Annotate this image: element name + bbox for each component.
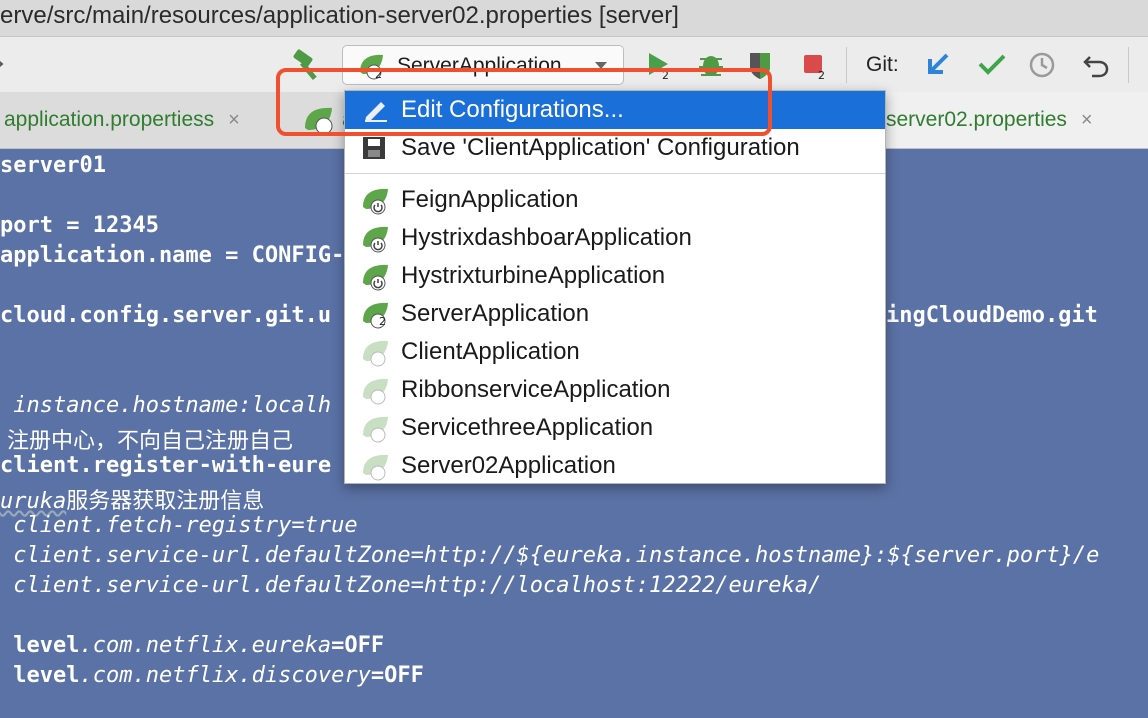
menu-item-label: RibbonserviceApplication (401, 376, 671, 403)
menu-item-hystrixturbine-application[interactable]: HystrixturbineApplication (345, 257, 885, 295)
spring-boot-icon-disabled (345, 371, 401, 409)
menu-item-servicethree-application[interactable]: ServicethreeApplication (345, 409, 885, 447)
menu-item-client-application[interactable]: ClientApplication (345, 333, 885, 371)
run-configuration-dropdown: Edit Configurations... Save 'ClientAppli… (344, 90, 886, 484)
revert-icon[interactable] (1082, 51, 1110, 79)
code-line: instance.hostname:localh (0, 393, 332, 418)
code-line: application.name = CONFIG- (0, 243, 345, 268)
code-line: server01 (0, 153, 106, 178)
menu-item-label: Save 'ClientApplication' Configuration (401, 134, 800, 161)
history-clock-icon[interactable] (1028, 51, 1056, 79)
menu-item-label: FeignApplication (401, 186, 579, 213)
code-line: cloud.config.server.git.u (0, 303, 332, 328)
tab-application-properties[interactable]: application.propertiess × (4, 92, 240, 148)
menu-item-label: ClientApplication (401, 338, 580, 365)
menu-item-label: ServerApplication (401, 300, 590, 327)
vcs-update-icon[interactable] (926, 51, 950, 77)
menu-item-label: HystrixturbineApplication (401, 262, 666, 289)
highlight-annotation-box (276, 68, 772, 136)
code-line: port = 12345 (0, 213, 159, 238)
window-title-bar: erve/src/main/resources/application-serv… (0, 0, 1148, 37)
code-line: client.fetch-registry=true (0, 513, 358, 538)
spring-boot-icon (345, 257, 401, 295)
spring-boot-icon-disabled (345, 333, 401, 371)
close-icon[interactable]: × (1081, 109, 1093, 132)
menu-separator (345, 173, 885, 174)
tab-label: application.propertiess (4, 108, 215, 131)
code-comment: uruka服务器获取注册信息 (0, 489, 265, 514)
menu-item-server-application[interactable]: 2 ServerApplication (345, 295, 885, 333)
spring-boot-icon: 2 (345, 295, 401, 333)
window-title: erve/src/main/resources/application-serv… (0, 2, 679, 29)
menu-item-badge: 2 (379, 315, 386, 328)
spring-boot-icon (345, 219, 401, 257)
code-line: level.com.netflix.eureka=OFF (0, 633, 385, 658)
toolbar-divider (846, 47, 847, 83)
code-line: client.register-with-eure (0, 453, 332, 478)
git-label: Git: (866, 53, 899, 76)
vcs-commit-check-icon[interactable] (978, 53, 1006, 75)
menu-item-ribbonservice-application[interactable]: RibbonserviceApplication (345, 371, 885, 409)
code-comment: 注册中心，不向自己注册自己 (0, 429, 293, 454)
spring-boot-icon-disabled (345, 409, 401, 447)
chevron-right-icon[interactable] (0, 57, 4, 71)
close-icon[interactable]: × (228, 109, 240, 132)
stop-badge: 2 (818, 69, 825, 82)
code-line-continuation: ingCloudDemo.git (886, 303, 1098, 328)
menu-item-label: Server02Application (401, 452, 616, 479)
menu-item-hystrixdashboar-application[interactable]: HystrixdashboarApplication (345, 219, 885, 257)
menu-item-server02-application[interactable]: Server02Application (345, 447, 885, 485)
spring-boot-icon (345, 181, 401, 219)
code-line: client.service-url.defaultZone=http://${… (0, 543, 1100, 568)
code-line: level.com.netflix.discovery=OFF (0, 663, 424, 688)
spring-boot-icon-disabled (345, 447, 401, 485)
menu-item-label: ServicethreeApplication (401, 414, 654, 441)
tab-label: server02.properties (886, 108, 1067, 131)
tab-server02-properties[interactable]: server02.properties × (886, 92, 1148, 148)
toolbar-divider (1128, 47, 1129, 83)
menu-item-feign-application[interactable]: FeignApplication (345, 181, 885, 219)
code-line: client.service-url.defaultZone=http://lo… (0, 573, 822, 598)
menu-item-label: HystrixdashboarApplication (401, 224, 692, 251)
